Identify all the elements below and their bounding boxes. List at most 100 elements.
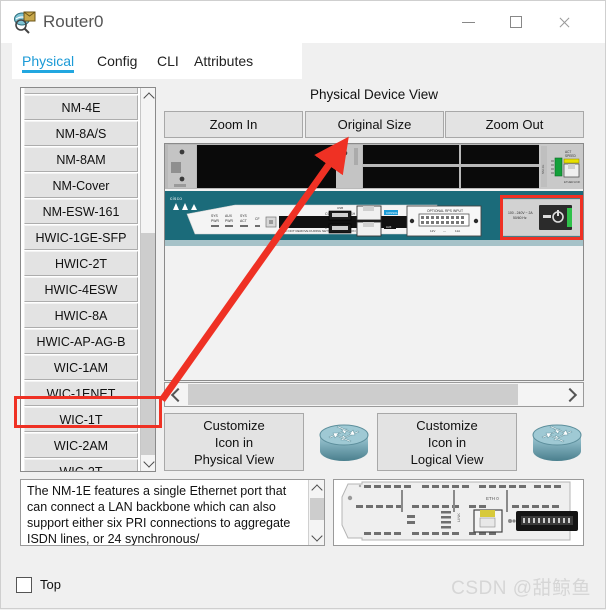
svg-text:SYS: SYS	[240, 214, 248, 218]
tab-config-label: Config	[97, 53, 138, 69]
module-list-item[interactable]: NM-8A/S	[24, 121, 138, 146]
nm-1e-module-graphic: ETH 0 LINK	[334, 480, 583, 545]
svg-text:NM-1E: NM-1E	[541, 165, 545, 174]
description-scroll-down-button[interactable]	[309, 529, 324, 545]
window-title: Router0	[43, 12, 104, 31]
router-icon	[319, 424, 369, 461]
zoom-in-button[interactable]: Zoom In	[164, 111, 303, 138]
module-list-item[interactable]: NM-1FE2W	[24, 88, 138, 94]
svg-text:ETH 0: ETH 0	[486, 496, 499, 501]
svg-text:LINK: LINK	[574, 180, 580, 184]
customize-icon-physical-view-button[interactable]: Customize Icon in Physical View	[164, 413, 304, 471]
tab-physical-label: Physical	[22, 53, 75, 69]
device-view-hscrollbar[interactable]	[164, 382, 584, 407]
router-chassis-graphic: NM-1E ACT SPEED ETHER LINK cisco SYSPWR …	[165, 144, 583, 380]
description-scroll-up-button[interactable]	[309, 480, 324, 496]
chevron-down-icon	[310, 529, 323, 542]
minimize-button[interactable]	[445, 1, 491, 43]
tab-attributes[interactable]: Attributes	[194, 43, 253, 79]
module-list-item[interactable]: NM-4E	[24, 95, 138, 120]
router-magnifier-icon	[14, 11, 36, 34]
tab-cli[interactable]: CLI	[157, 43, 179, 79]
annotation-highlight-power-switch	[500, 195, 583, 240]
module-list-item-label: WIC-2T	[59, 464, 103, 472]
module-list-item[interactable]: WIC-2T	[24, 459, 138, 472]
top-checkbox[interactable]	[16, 577, 32, 593]
tab-bar: Physical Config CLI Attributes	[2, 43, 605, 79]
svg-text:USB: USB	[337, 206, 343, 210]
maximize-button[interactable]	[493, 1, 539, 43]
minimize-icon	[461, 21, 475, 23]
svg-text:12V: 12V	[430, 229, 435, 233]
module-list-item[interactable]: HWIC-8A	[24, 303, 138, 328]
svg-text:ETHER: ETHER	[564, 180, 573, 184]
svg-text:SPEED: SPEED	[565, 154, 577, 158]
module-list-item-label: WIC-2AM	[53, 438, 109, 453]
module-list-item[interactable]: WIC-1AM	[24, 355, 138, 380]
svg-text:PWR: PWR	[225, 219, 233, 223]
zoom-out-button[interactable]: Zoom Out	[445, 111, 584, 138]
physical-device-view-title: Physical Device View	[309, 87, 439, 102]
maximize-icon	[510, 16, 522, 28]
module-list-item-label: HWIC-AP-AG-B	[36, 334, 126, 349]
tab-active-underline	[22, 70, 75, 73]
chevron-left-icon	[170, 387, 186, 402]
original-size-button[interactable]: Original Size	[305, 111, 444, 138]
svg-text:AUX: AUX	[386, 225, 392, 229]
hscrollbar-thumb[interactable]	[188, 384, 518, 405]
device-view-canvas[interactable]: NM-1E ACT SPEED ETHER LINK cisco SYS PWR…	[164, 143, 584, 381]
svg-text:11A: 11A	[455, 229, 460, 233]
description-scrollbar-thumb[interactable]	[310, 498, 324, 520]
module-list-item-label: NM-8AM	[56, 152, 106, 167]
module-list-item-label: NM-ESW-161	[42, 204, 120, 219]
tab-attributes-label: Attributes	[194, 53, 254, 69]
top-checkbox-label: Top	[40, 577, 61, 592]
svg-text:LINK: LINK	[456, 513, 461, 522]
module-list-item-label: NM-1FE2W	[48, 88, 113, 89]
customize-logical-line2: Icon in	[427, 434, 467, 450]
original-size-label: Original Size	[337, 117, 412, 132]
scroll-down-button[interactable]	[141, 455, 155, 471]
module-list-item[interactable]: NM-Cover	[24, 173, 138, 198]
module-bay-row: NM-1E ACT SPEED ETHER LINK	[165, 144, 583, 189]
tab-cli-label: CLI	[157, 53, 179, 69]
customize-icon-logical-view-button[interactable]: Customize Icon in Logical View	[377, 413, 517, 471]
router-icon	[532, 424, 582, 461]
close-button[interactable]	[541, 1, 587, 43]
customize-physical-line3: Physical View	[194, 451, 274, 467]
svg-text:CF: CF	[255, 217, 260, 221]
module-list-item[interactable]: HWIC-1GE-SFP	[24, 225, 138, 250]
module-list-item-label: HWIC-8A	[54, 308, 108, 323]
module-list-item[interactable]: HWIC-AP-AG-B	[24, 329, 138, 354]
hscroll-left-button[interactable]	[165, 383, 187, 406]
module-list-item[interactable]: NM-ESW-161	[24, 199, 138, 224]
scroll-up-button[interactable]	[141, 88, 155, 104]
module-description-box: The NM-1E features a single Ethernet por…	[20, 479, 325, 546]
tab-config[interactable]: Config	[97, 43, 137, 79]
hscroll-right-button[interactable]	[561, 383, 583, 406]
customize-physical-line2: Icon in	[214, 434, 254, 450]
description-scrollbar[interactable]	[308, 480, 324, 545]
chevron-down-icon	[142, 455, 155, 468]
chevron-up-icon	[310, 483, 323, 496]
title-bar: Router0	[1, 1, 605, 43]
zoom-in-label: Zoom In	[209, 117, 258, 132]
watermark: CSDN @甜鲸鱼	[451, 578, 591, 599]
svg-text:ACT: ACT	[240, 219, 247, 223]
svg-text:PWR: PWR	[211, 219, 219, 223]
svg-text:CONSOLE: CONSOLE	[386, 211, 400, 215]
module-list-item[interactable]: NM-8AM	[24, 147, 138, 172]
router-properties-window: Router0 Physical Config CLI Attributes N…	[0, 0, 606, 609]
module-list-item[interactable]: HWIC-2T	[24, 251, 138, 276]
module-list-item[interactable]: HWIC-4ESW	[24, 277, 138, 302]
bottom-bar: Top CSDN @甜鲸鱼	[2, 565, 605, 607]
customize-logical-line3: Logical View	[410, 451, 484, 467]
svg-text:OPTIONAL RPS INPUT: OPTIONAL RPS INPUT	[427, 209, 463, 213]
annotation-highlight-wic-2t	[14, 396, 162, 428]
svg-text:AUX: AUX	[225, 214, 233, 218]
module-list-item-label: NM-Cover	[52, 178, 110, 193]
module-list-item[interactable]: WIC-2AM	[24, 433, 138, 458]
tab-physical[interactable]: Physical	[22, 43, 75, 79]
module-list-item-label: HWIC-1GE-SFP	[35, 230, 127, 245]
zoom-out-label: Zoom Out	[485, 117, 544, 132]
